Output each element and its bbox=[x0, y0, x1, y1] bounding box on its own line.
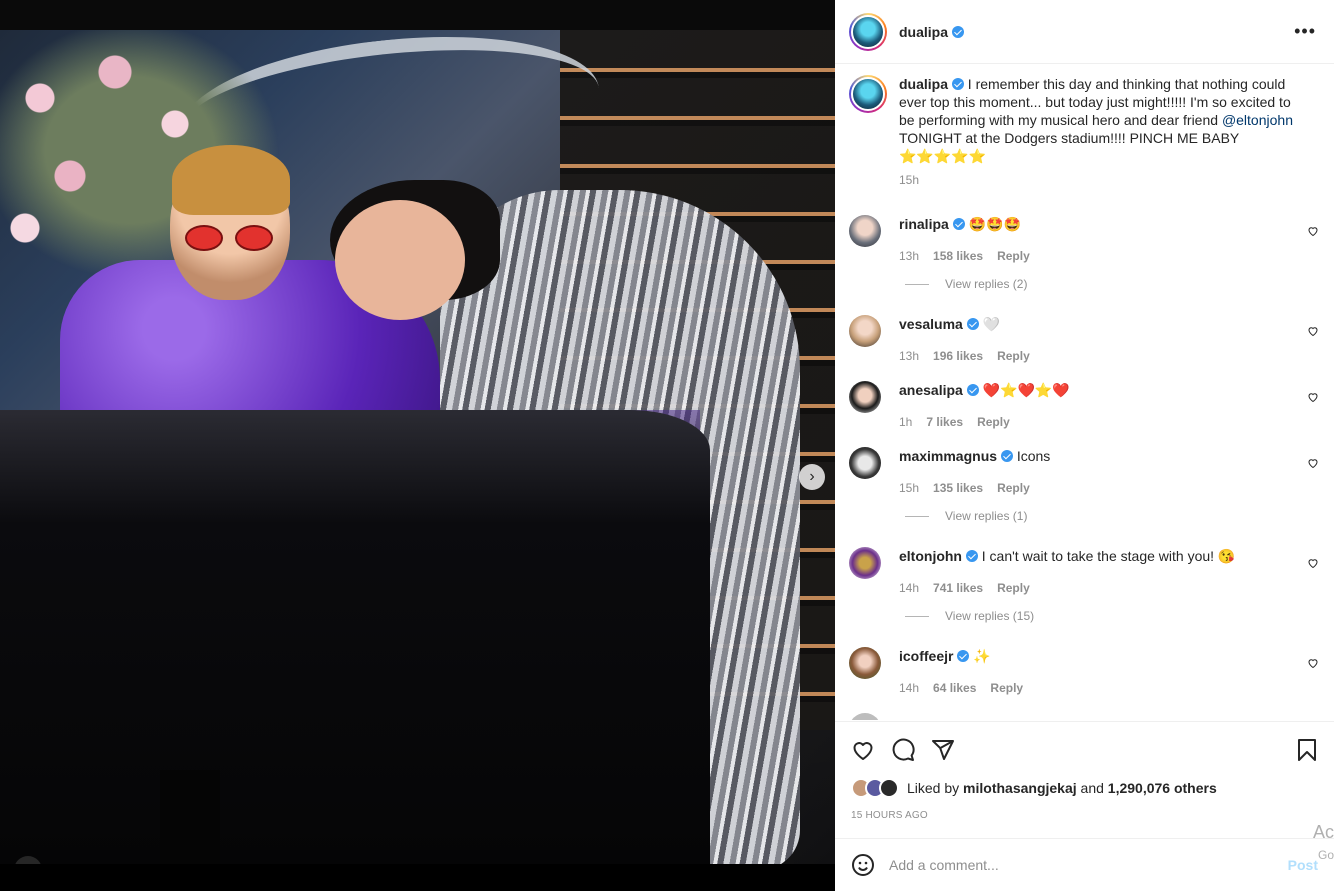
verified-badge-icon bbox=[965, 550, 978, 562]
reply-button[interactable]: Reply bbox=[977, 415, 1010, 429]
comment-time[interactable]: 14h bbox=[899, 681, 919, 695]
share-send-icon[interactable] bbox=[931, 738, 955, 762]
liked-by-label: Liked by bbox=[907, 780, 964, 796]
comment-avatar[interactable] bbox=[849, 381, 881, 413]
carousel-next-button[interactable]: › bbox=[799, 464, 825, 490]
post-photo[interactable]: › bbox=[0, 30, 835, 864]
photo-red-glasses bbox=[185, 225, 275, 251]
photo-piano bbox=[0, 410, 710, 864]
comment-likes[interactable]: 135 likes bbox=[933, 481, 983, 495]
liker-avatar[interactable] bbox=[879, 778, 899, 798]
like-heart-icon[interactable] bbox=[851, 738, 875, 762]
comment-text: I can't wait to take the stage with you!… bbox=[981, 548, 1236, 564]
comment-item: maximmagnus Icons 15h 135 likes Reply bbox=[849, 447, 1319, 497]
photo-man-hair bbox=[172, 145, 290, 215]
reply-button[interactable]: Reply bbox=[997, 249, 1030, 263]
verified-badge-icon bbox=[951, 78, 964, 90]
verified-badge-icon bbox=[1000, 450, 1013, 462]
caption-mention-link[interactable]: @eltonjohn bbox=[1222, 112, 1293, 128]
verified-badge-icon bbox=[952, 25, 965, 38]
photo-woman-face bbox=[335, 200, 465, 320]
comment-username[interactable]: vesaluma bbox=[899, 316, 963, 332]
comment-like-heart-icon[interactable] bbox=[1307, 457, 1319, 469]
comment-text: ✨ bbox=[973, 648, 991, 664]
post-timestamp[interactable]: 15 HOURS AGO bbox=[851, 810, 928, 821]
verified-badge-icon bbox=[957, 650, 970, 662]
comment-time[interactable]: 1h bbox=[899, 415, 912, 429]
verified-badge-icon bbox=[952, 218, 965, 230]
liked-by-and: and bbox=[1076, 780, 1108, 796]
author-avatar[interactable] bbox=[849, 12, 887, 51]
comment-text: Icons bbox=[1016, 448, 1051, 464]
verified-badge-icon bbox=[966, 318, 979, 330]
comment-like-heart-icon[interactable] bbox=[1307, 325, 1319, 337]
caption-avatar[interactable] bbox=[849, 75, 887, 113]
comment-likes[interactable]: 741 likes bbox=[933, 581, 983, 595]
comment-like-heart-icon[interactable] bbox=[1307, 657, 1319, 669]
comment-avatar[interactable] bbox=[849, 647, 881, 679]
comment-text: 🤍 bbox=[982, 316, 1001, 332]
comment-time[interactable]: 14h bbox=[899, 581, 919, 595]
comment-like-heart-icon[interactable] bbox=[1307, 391, 1319, 403]
comment-username[interactable]: eltonjohn bbox=[899, 548, 962, 564]
comment-item-partial bbox=[849, 713, 1319, 720]
comment-item: rinalipa 🤩🤩🤩 13h 158 likes Reply bbox=[849, 215, 1319, 265]
comment-avatar[interactable] bbox=[849, 713, 881, 720]
view-replies-button[interactable]: View replies (15) bbox=[905, 609, 1034, 623]
comment-time[interactable]: 15h bbox=[899, 481, 919, 495]
post-side-panel: dualipa ••• dualipa I remember this day … bbox=[835, 0, 1334, 891]
add-comment-bar: Post bbox=[835, 838, 1334, 891]
comment-avatar[interactable] bbox=[849, 215, 881, 247]
likes-summary: Liked by milothasangjekaj and 1,290,076 … bbox=[851, 778, 1217, 798]
comment-username[interactable]: maximmagnus bbox=[899, 448, 997, 464]
photo-piano-leg bbox=[160, 770, 220, 864]
reply-button[interactable]: Reply bbox=[997, 581, 1030, 595]
comment-like-heart-icon[interactable] bbox=[1307, 225, 1319, 237]
comment-text: ❤️⭐❤️⭐❤️ bbox=[982, 382, 1070, 398]
more-options-icon[interactable]: ••• bbox=[1294, 22, 1316, 40]
comment-like-heart-icon[interactable] bbox=[1307, 557, 1319, 569]
comment-avatar[interactable] bbox=[849, 447, 881, 479]
comment-likes[interactable]: 7 likes bbox=[926, 415, 963, 429]
comment-username[interactable]: icoffeejr bbox=[899, 648, 953, 664]
author-username[interactable]: dualipa bbox=[899, 24, 948, 40]
comment-likes[interactable]: 158 likes bbox=[933, 249, 983, 263]
comment-item: eltonjohn I can't wait to take the stage… bbox=[849, 547, 1319, 597]
comment-avatar[interactable] bbox=[849, 547, 881, 579]
comment-username[interactable]: anesalipa bbox=[899, 382, 963, 398]
comment-text: 🤩🤩🤩 bbox=[968, 216, 1021, 232]
reply-button[interactable]: Reply bbox=[997, 481, 1030, 495]
comment-avatar[interactable] bbox=[849, 315, 881, 347]
post-header: dualipa ••• bbox=[835, 0, 1334, 64]
view-replies-button[interactable]: View replies (1) bbox=[905, 509, 1027, 523]
comment-input[interactable] bbox=[889, 857, 1269, 873]
caption-username[interactable]: dualipa bbox=[899, 76, 948, 92]
post-comment-button[interactable]: Post bbox=[1288, 857, 1318, 873]
comment-time[interactable]: 13h bbox=[899, 249, 919, 263]
reply-button[interactable]: Reply bbox=[997, 349, 1030, 363]
comment-likes[interactable]: 64 likes bbox=[933, 681, 976, 695]
verified-badge-icon bbox=[966, 384, 979, 396]
comment-item: vesaluma 🤍 13h 196 likes Reply bbox=[849, 315, 1319, 365]
comment-username[interactable]: rinalipa bbox=[899, 216, 949, 232]
caption-text-end: TONIGHT at the Dodgers stadium!!!! PINCH… bbox=[899, 130, 1240, 164]
activation-watermark-sub: Go bbox=[1317, 848, 1334, 862]
post-actions: Liked by milothasangjekaj and 1,290,076 … bbox=[835, 721, 1334, 841]
post-caption: dualipa I remember this day and thinking… bbox=[849, 75, 1319, 189]
comments-list[interactable]: dualipa I remember this day and thinking… bbox=[835, 65, 1334, 720]
comment-likes[interactable]: 196 likes bbox=[933, 349, 983, 363]
comment-bubble-icon[interactable] bbox=[891, 738, 915, 762]
emoji-smiley-icon[interactable] bbox=[851, 853, 875, 877]
comment-item: icoffeejr ✨ 14h 64 likes Reply bbox=[849, 647, 1319, 697]
likes-count[interactable]: 1,290,076 others bbox=[1108, 780, 1217, 796]
liked-by-user[interactable]: milothasangjekaj bbox=[963, 780, 1077, 796]
comment-time[interactable]: 13h bbox=[899, 349, 919, 363]
save-bookmark-icon[interactable] bbox=[1295, 738, 1319, 762]
view-replies-button[interactable]: View replies (2) bbox=[905, 277, 1027, 291]
caption-time[interactable]: 15h bbox=[899, 173, 919, 187]
comment-item: anesalipa ❤️⭐❤️⭐❤️ 1h 7 likes Reply bbox=[849, 381, 1319, 431]
activation-watermark: Ac bbox=[1312, 822, 1334, 842]
reply-button[interactable]: Reply bbox=[990, 681, 1023, 695]
